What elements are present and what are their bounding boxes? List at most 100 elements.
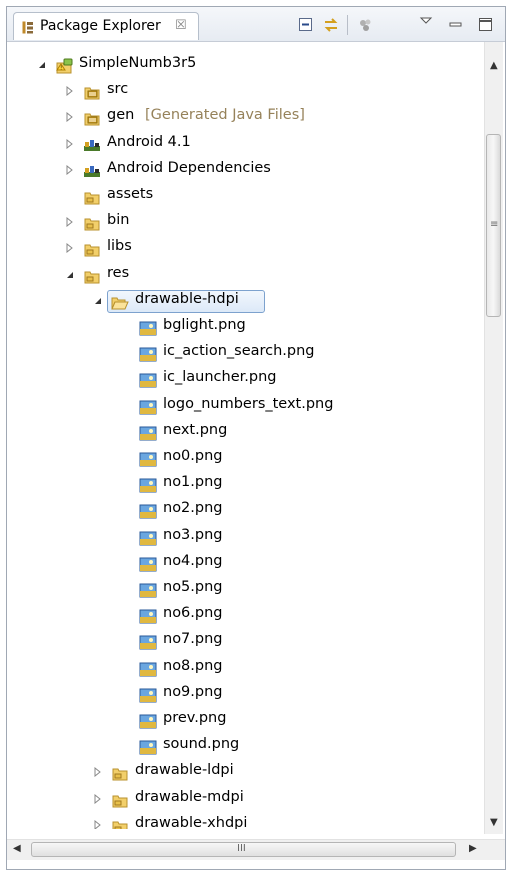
tree-row[interactable]: prev.png (7, 709, 483, 733)
tree-row[interactable]: drawable-hdpi (7, 290, 483, 314)
tree-row[interactable]: no5.png (7, 578, 483, 602)
folder-icon (84, 218, 100, 231)
tree-row[interactable]: no9.png (7, 683, 483, 707)
tree-row[interactable]: no3.png (7, 526, 483, 550)
link-with-editor-icon[interactable] (322, 16, 340, 34)
image-file-icon (139, 609, 157, 624)
view-menu-icon[interactable] (417, 13, 435, 31)
package-explorer-icon (22, 21, 33, 34)
tree-row[interactable]: logo_numbers_text.png (7, 395, 483, 419)
tree-item-label: Android Dependencies (107, 160, 271, 176)
scroll-up-arrow-icon[interactable]: ▲ (490, 60, 498, 71)
collapse-all-icon[interactable] (297, 16, 315, 34)
collapsed-twisty-icon[interactable] (65, 165, 75, 175)
tree-row[interactable]: gen [Generated Java Files] (7, 106, 483, 130)
library-icon (84, 166, 100, 177)
collapsed-twisty-icon[interactable] (65, 112, 75, 122)
image-file-icon (139, 635, 157, 650)
view-tab-bar: Package Explorer ☒ (7, 7, 505, 42)
horizontal-scroll-thumb[interactable]: III (31, 842, 456, 857)
collapsed-twisty-icon[interactable] (65, 217, 75, 227)
image-file-icon (139, 347, 157, 362)
toolbar-separator (347, 15, 348, 35)
tree-row[interactable]: ! SimpleNumb3r5 (7, 54, 483, 78)
tree-row[interactable]: drawable-ldpi (7, 761, 483, 785)
tree-row[interactable]: next.png (7, 421, 483, 445)
folder-icon (84, 244, 100, 257)
tree-row[interactable]: bglight.png (7, 316, 483, 340)
collapsed-twisty-icon[interactable] (93, 794, 103, 804)
tree-item-label: logo_numbers_text.png (163, 396, 334, 412)
tree-row[interactable]: no0.png (7, 447, 483, 471)
scroll-down-arrow-icon[interactable]: ▼ (490, 817, 498, 828)
scroll-right-arrow-icon[interactable]: ▶ (469, 843, 477, 854)
tree-row[interactable]: drawable-mdpi (7, 788, 483, 812)
tree-item-label: SimpleNumb3r5 (79, 55, 197, 71)
tree-row[interactable]: no4.png (7, 552, 483, 576)
tree-row[interactable]: no8.png (7, 657, 483, 681)
expanded-twisty-icon[interactable] (65, 270, 75, 280)
tab-package-explorer[interactable]: Package Explorer ☒ (13, 12, 199, 40)
collapsed-twisty-icon[interactable] (65, 86, 75, 96)
tree-row[interactable]: bin (7, 211, 483, 235)
folder-icon (112, 821, 128, 829)
image-file-icon (139, 452, 157, 467)
tree-item-label: libs (107, 238, 132, 254)
source-folder-icon (84, 87, 100, 100)
tree-item-label: no2.png (163, 500, 223, 516)
filter-icon[interactable] (357, 16, 375, 34)
image-file-icon (139, 373, 157, 388)
tree-item-label: sound.png (163, 736, 240, 752)
project-tree: ! SimpleNumb3r5 src gen [Generated Java File… (7, 41, 483, 829)
tree-row[interactable]: drawable-xhdpi (7, 814, 483, 829)
image-file-icon (139, 426, 157, 441)
tree-row[interactable]: Android Dependencies (7, 159, 483, 183)
minimize-icon[interactable] (447, 16, 465, 34)
tree-row[interactable]: libs (7, 237, 483, 261)
tree-item-label: no0.png (163, 448, 223, 464)
image-file-icon (139, 478, 157, 493)
tree-row[interactable]: res (7, 264, 483, 288)
tree-item-label: res (107, 265, 130, 281)
tree-row[interactable]: assets (7, 185, 483, 209)
tree-row[interactable]: ic_launcher.png (7, 368, 483, 392)
grip-icon: III (237, 843, 246, 854)
tree-item-label: no6.png (163, 605, 223, 621)
library-icon (84, 140, 100, 151)
tree-row[interactable]: Android 4.1 (7, 133, 483, 157)
image-file-icon (139, 662, 157, 677)
maximize-icon[interactable] (477, 16, 495, 34)
tree-row[interactable]: sound.png (7, 735, 483, 759)
horizontal-scrollbar[interactable]: ◀ III ▶ (7, 839, 505, 860)
tree-row[interactable]: src (7, 80, 483, 104)
image-file-icon (139, 557, 157, 572)
tree-item-label: no9.png (163, 684, 223, 700)
expanded-twisty-icon[interactable] (37, 60, 47, 70)
scroll-left-arrow-icon[interactable]: ◀ (13, 843, 21, 854)
close-icon[interactable]: ☒ (175, 18, 187, 33)
vertical-scroll-thumb[interactable]: ≡ (486, 134, 501, 317)
collapsed-twisty-icon[interactable] (65, 139, 75, 149)
tree-row[interactable]: no2.png (7, 499, 483, 523)
tree-row[interactable]: ic_action_search.png (7, 342, 483, 366)
image-file-icon (139, 321, 157, 336)
tab-label: Package Explorer (40, 18, 161, 34)
image-file-icon (139, 740, 157, 755)
tree-row[interactable]: no7.png (7, 630, 483, 654)
image-file-icon (139, 714, 157, 729)
image-file-icon (139, 400, 157, 415)
image-file-icon (139, 583, 157, 598)
collapsed-twisty-icon[interactable] (93, 767, 103, 777)
expanded-twisty-icon[interactable] (93, 296, 103, 306)
tree-item-decoration: [Generated Java Files] (145, 107, 305, 123)
vertical-scrollbar[interactable]: ▲ ≡ ▼ (484, 42, 503, 834)
tree-item-label: bin (107, 212, 130, 228)
tree-item-label: no3.png (163, 527, 223, 543)
tree-item-label: Android 4.1 (107, 134, 191, 150)
tree-row[interactable]: no6.png (7, 604, 483, 628)
tree-item-label: ic_launcher.png (163, 369, 277, 385)
tree-row[interactable]: no1.png (7, 473, 483, 497)
collapsed-twisty-icon[interactable] (65, 243, 75, 253)
collapsed-twisty-icon[interactable] (93, 820, 103, 829)
image-file-icon (139, 688, 157, 703)
